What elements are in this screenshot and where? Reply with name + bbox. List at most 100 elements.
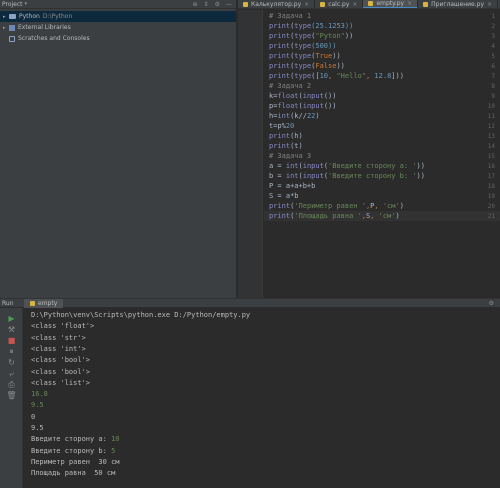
editor-tabs: Калькулятор.py × calc.py × empty.py × Приглаше…	[238, 0, 500, 9]
code-line[interactable]: print(h)	[269, 131, 303, 141]
code-line[interactable]: k=float(input())	[269, 91, 336, 101]
project-panel-tools: ⊕ ⇕ ⚙ —	[193, 0, 232, 9]
console-line: <class 'bool'>	[31, 367, 90, 377]
code-token: float	[277, 92, 299, 100]
run-icon[interactable]: ▶	[7, 314, 16, 323]
line-number: 3	[491, 33, 495, 40]
code-line[interactable]: b = int(input('Введите сторону b: '))	[269, 171, 425, 181]
delete-icon[interactable]: 🗑	[6, 391, 16, 400]
code-line[interactable]: S = a*b	[269, 191, 299, 201]
code-token: ([	[311, 72, 320, 80]
code-token: (500))	[311, 42, 337, 50]
code-token: "Pyton"	[315, 32, 345, 40]
code-line[interactable]: print(type(True))	[269, 51, 341, 61]
code-line[interactable]: print(type(25.1253))	[269, 21, 353, 31]
line-number: 13	[487, 133, 495, 140]
code-line[interactable]: # Задача 3	[269, 151, 311, 161]
rerun-icon[interactable]: ↻	[7, 358, 16, 367]
code-line[interactable]: t=p%20	[269, 121, 294, 131]
code-line[interactable]: P = a+a+b+b	[269, 181, 315, 191]
print-icon[interactable]: ⎙	[7, 380, 16, 389]
minimize-icon[interactable]: —	[226, 1, 232, 8]
code-line[interactable]: print(type(False))	[269, 61, 345, 71]
pause-icon[interactable]: ⏸	[7, 347, 16, 356]
editor-tab[interactable]: empty.py ×	[363, 0, 419, 8]
globe-icon[interactable]: ⊕	[193, 1, 198, 8]
code-token: ))	[336, 62, 345, 70]
code-token: print	[269, 142, 291, 150]
line-number: 12	[487, 123, 495, 130]
run-tab[interactable]: empty	[24, 298, 64, 308]
editor-tab[interactable]: Приглашение.py ×	[418, 0, 499, 8]
code-token: print	[269, 212, 291, 220]
code-token: "Hello"	[336, 72, 366, 80]
run-panel-label: Run	[2, 299, 14, 307]
code-token: input	[302, 102, 324, 110]
code-token: S = a*b	[269, 192, 299, 200]
code-line[interactable]: print(t)	[269, 141, 303, 151]
code-token: type	[294, 72, 312, 80]
console-text: Площадь равна 50 см	[31, 469, 116, 478]
code-line[interactable]: print(type(500))	[269, 41, 336, 51]
collapse-icon[interactable]: ⇕	[204, 1, 209, 8]
console-line: Введите сторону b: 5	[31, 446, 115, 456]
code-token: int	[285, 172, 299, 180]
code-line[interactable]: print(type([10, "Hello", 12.8]))	[269, 71, 404, 81]
gear-icon[interactable]: ⚙	[215, 1, 220, 8]
code-line[interactable]: # Задача 1	[269, 11, 311, 21]
code-token: 20	[285, 122, 295, 130]
chevron-down-icon[interactable]: ▾	[25, 1, 28, 7]
python-file-icon	[423, 2, 429, 7]
code-token: type	[294, 22, 312, 30]
code-line[interactable]: a = int(input('Введите сторону а: '))	[269, 161, 425, 171]
code-token: ())	[323, 92, 337, 100]
code-editor[interactable]: 1 # Задача 1 2 print(type(25.1253)) 3 print(t…	[238, 10, 500, 298]
tree-item[interactable]: Scratches and Consoles	[0, 33, 236, 44]
code-token: # Задача 2	[269, 82, 312, 90]
editor-tab[interactable]: Калькулятор.py ×	[238, 0, 316, 8]
close-icon[interactable]: ×	[352, 1, 357, 8]
line-number: 7	[491, 73, 495, 80]
tree-item[interactable]: ▸ External Libraries	[0, 22, 236, 33]
code-token: P = a+a+b+b	[269, 182, 316, 190]
run-console[interactable]: D:\Python\venv\Scripts\python.exe D:/Pyt…	[24, 308, 500, 488]
console-line: 16.8	[31, 389, 48, 399]
close-icon[interactable]: ×	[304, 1, 309, 8]
code-token: ))	[332, 52, 341, 60]
console-text: <class 'int'>	[31, 344, 86, 353]
code-token: print	[269, 62, 291, 70]
stop-icon[interactable]: ■	[7, 336, 16, 345]
code-line[interactable]: p=float(input())	[269, 101, 336, 111]
editor-tab-label: Приглашение.py	[431, 1, 485, 8]
gear-icon[interactable]: ⚙	[489, 300, 494, 307]
code-token: ]))	[391, 72, 404, 80]
line-number: 8	[491, 83, 495, 90]
editor-tab[interactable]: calc.py ×	[315, 0, 364, 8]
code-line[interactable]: h=int(k//22)	[269, 111, 320, 121]
code-token: (t)	[290, 142, 303, 150]
code-token: print	[269, 32, 291, 40]
code-line[interactable]: print(type("Pyton"))	[269, 31, 353, 41]
close-icon[interactable]: ×	[487, 1, 492, 8]
line-number: 15	[487, 153, 495, 160]
editor-tab-label: Калькулятор.py	[251, 1, 302, 8]
code-token: type	[294, 62, 312, 70]
code-line[interactable]: print('Периметр равен ',P, 'см')	[269, 201, 404, 211]
close-icon[interactable]: ×	[407, 0, 412, 7]
soft-wrap-icon[interactable]: ⤶	[7, 369, 16, 378]
code-token: # Задача 1	[269, 12, 312, 20]
python-file-icon	[320, 2, 326, 7]
wrench-icon[interactable]: ⚒	[7, 325, 16, 334]
code-line[interactable]: # Задача 2	[269, 81, 311, 91]
code-token: 'Периметр равен '	[294, 202, 366, 210]
tree-item[interactable]: ▸ Python D:\Python	[0, 11, 236, 22]
line-number: 2	[491, 23, 495, 30]
tree-item-label: Python	[19, 13, 40, 20]
code-line[interactable]: print('Площадь равна ',S, 'см')	[269, 211, 400, 221]
code-token: ))	[416, 162, 425, 170]
console-text: 0	[31, 412, 36, 421]
console-text: Периметр равен 30 см	[31, 457, 120, 466]
code-token: ())	[323, 102, 337, 110]
code-token: print	[269, 42, 291, 50]
code-token: print	[269, 202, 291, 210]
